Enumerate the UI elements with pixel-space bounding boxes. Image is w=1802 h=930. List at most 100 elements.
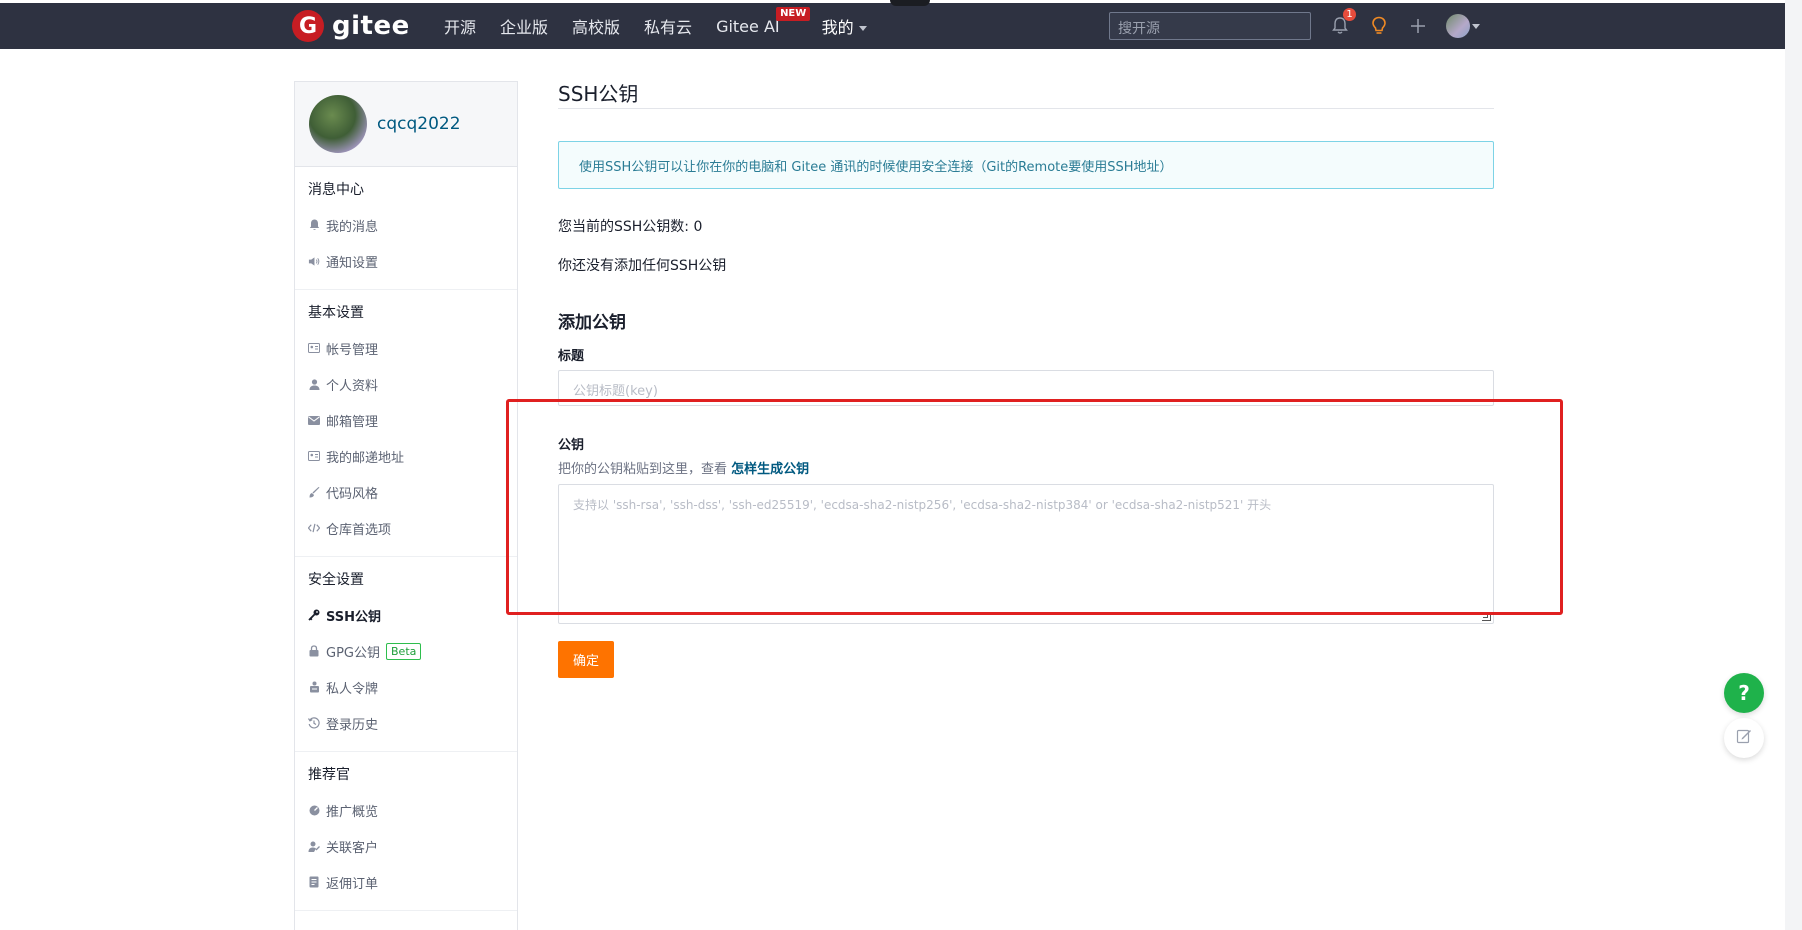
public-key-label: 公钥 — [558, 438, 585, 453]
sidebar-item-profile[interactable]: 个人资料 — [295, 366, 517, 402]
sidebar-item-label: 我的消息 — [326, 219, 379, 235]
sidebar-item-label: 登录历史 — [326, 717, 379, 733]
code-icon — [308, 522, 320, 534]
history-icon — [308, 717, 320, 729]
sidebar-group-title: 安全设置 — [308, 572, 364, 588]
sidebar-group-basic: 基本设置 帐号管理 个人资料 邮箱管理 我的邮递地址 代码风格 仓库首选项 — [295, 290, 517, 557]
sidebar-item-label: 推广概览 — [326, 804, 379, 820]
bell-icon — [308, 219, 320, 231]
nav-link-enterprise[interactable]: 企业版 — [500, 14, 548, 38]
sidebar-item-label: 邮箱管理 — [326, 414, 379, 430]
info-alert: 使用SSH公钥可以让你在你的电脑和 Gitee 通讯的时候使用安全连接（Git的… — [558, 141, 1494, 189]
sidebar-item-label: 我的邮递地址 — [326, 450, 405, 466]
user-icon — [308, 378, 320, 390]
sidebar-item-label: 通知设置 — [326, 255, 379, 271]
sidebar-group-title: 基本设置 — [308, 305, 364, 321]
public-key-hint-text: 把你的公钥粘贴到这里，查看 — [558, 462, 732, 477]
page: G gitee 开源 企业版 高校版 私有云 Gitee AI NEW 我的 搜… — [0, 0, 1785, 930]
top-navbar: G gitee 开源 企业版 高校版 私有云 Gitee AI NEW 我的 搜… — [0, 3, 1785, 49]
sidebar-item-label: 私人令牌 — [326, 681, 379, 697]
navbar-inner: G gitee 开源 企业版 高校版 私有云 Gitee AI NEW 我的 搜… — [292, 3, 1487, 49]
order-icon — [308, 876, 320, 888]
sidebar-item-label: 返佣订单 — [326, 876, 379, 892]
sidebar-group-title: 消息中心 — [308, 182, 364, 198]
gitee-logo-text: gitee — [332, 11, 410, 41]
empty-state-text: 你还没有添加任何SSH公钥 — [558, 258, 727, 274]
notification-count: 1 — [1343, 8, 1356, 21]
nav-link-private-cloud[interactable]: 私有云 — [644, 14, 692, 38]
sidebar-item-label: 仓库首选项 — [326, 522, 392, 538]
nav-link-opensource[interactable]: 开源 — [444, 14, 476, 38]
avatar — [1446, 14, 1470, 38]
dashboard-icon — [308, 804, 320, 816]
sidebar-item-commission-orders[interactable]: 返佣订单 — [295, 864, 517, 900]
lightbulb-icon[interactable] — [1367, 14, 1391, 38]
sidebar-item-label: SSH公钥 — [326, 609, 382, 625]
public-key-textarea[interactable]: 支持以 'ssh-rsa', 'ssh-dss', 'ssh-ed25519',… — [558, 484, 1494, 624]
settings-sidebar: cqcq2022 消息中心 我的消息 通知设置 基本设置 帐号管理 个人资料 邮… — [294, 81, 518, 930]
plus-icon[interactable] — [1406, 14, 1430, 38]
add-key-heading: 添加公钥 — [558, 313, 626, 333]
sidebar-item-tokens[interactable]: 私人令牌 — [295, 669, 517, 705]
nav-link-gitee-ai-label: Gitee AI — [716, 16, 780, 36]
how-to-generate-key-link[interactable]: 怎样生成公钥 — [731, 462, 809, 477]
search-input[interactable]: 搜开源 — [1109, 12, 1311, 40]
nav-link-mine-label: 我的 — [821, 18, 854, 37]
avatar — [309, 95, 367, 153]
gitee-logo[interactable]: G gitee — [292, 10, 410, 42]
nav-link-education[interactable]: 高校版 — [572, 14, 620, 38]
profile-username[interactable]: cqcq2022 — [377, 114, 461, 134]
speaker-icon — [308, 255, 320, 267]
sidebar-group-referral: 推荐官 推广概览 关联客户 返佣订单 — [295, 752, 517, 911]
key-title-input[interactable]: 公钥标题(key) — [558, 370, 1494, 406]
sidebar-item-gpg-keys[interactable]: GPG公钥 Beta — [295, 633, 517, 669]
nav-link-gitee-ai[interactable]: Gitee AI NEW — [716, 6, 811, 36]
ssh-key-count: 您当前的SSH公钥数: 0 — [558, 219, 703, 235]
sidebar-item-label: 个人资料 — [326, 378, 379, 394]
sidebar-item-label: 关联客户 — [326, 840, 379, 856]
sidebar-group-title: 推荐官 — [308, 767, 350, 783]
address-card-icon — [308, 450, 320, 462]
user-menu[interactable] — [1445, 14, 1481, 38]
public-key-hint: 把你的公钥粘贴到这里，查看 怎样生成公钥 — [558, 458, 1494, 477]
sidebar-profile[interactable]: cqcq2022 — [295, 82, 517, 167]
sidebar-item-login-history[interactable]: 登录历史 — [295, 705, 517, 741]
public-key-placeholder: 支持以 'ssh-rsa', 'ssh-dss', 'ssh-ed25519',… — [573, 498, 1272, 512]
sidebar-group-security: 安全设置 SSH公钥 GPG公钥 Beta 私人令牌 登录历史 — [295, 557, 517, 752]
nav-links: 开源 企业版 高校版 私有云 Gitee AI NEW 我的 — [444, 3, 891, 49]
submit-button[interactable]: 确定 — [558, 641, 614, 678]
sidebar-item-address[interactable]: 我的邮递地址 — [295, 438, 517, 474]
caret-down-icon — [858, 26, 867, 31]
feedback-button[interactable] — [1724, 718, 1764, 758]
caret-down-icon — [1472, 23, 1480, 29]
key-icon — [308, 609, 320, 621]
lock-icon — [308, 645, 320, 657]
nav-icons: 1 — [1328, 3, 1496, 49]
sidebar-item-label: 帐号管理 — [326, 342, 379, 358]
sidebar-item-email[interactable]: 邮箱管理 — [295, 402, 517, 438]
nav-link-mine[interactable]: 我的 — [822, 14, 867, 38]
sidebar-group-messages: 消息中心 我的消息 通知设置 — [295, 167, 517, 290]
mail-icon — [308, 414, 320, 426]
sidebar-item-label: GPG公钥 — [326, 645, 380, 661]
gitee-logo-icon: G — [292, 10, 324, 42]
main-content: SSH公钥 使用SSH公钥可以让你在你的电脑和 Gitee 通讯的时候使用安全连… — [558, 78, 1494, 678]
help-button[interactable]: ? — [1724, 673, 1764, 713]
page-title: SSH公钥 — [558, 78, 1494, 109]
sidebar-item-linked-customers[interactable]: 关联客户 — [295, 828, 517, 864]
sidebar-item-repo-preferences[interactable]: 仓库首选项 — [295, 510, 517, 546]
sidebar-item-ssh-keys[interactable]: SSH公钥 — [295, 597, 517, 633]
sidebar-item-my-messages[interactable]: 我的消息 — [295, 207, 517, 243]
beta-badge: Beta — [386, 642, 422, 660]
textarea-resize-handle[interactable] — [1482, 612, 1491, 621]
sidebar-item-code-style[interactable]: 代码风格 — [295, 474, 517, 510]
notification-bell-icon[interactable]: 1 — [1328, 8, 1356, 38]
title-label: 标题 — [558, 349, 585, 364]
brush-icon — [308, 486, 320, 498]
new-badge: NEW — [776, 6, 811, 21]
sidebar-item-label: 代码风格 — [326, 486, 379, 502]
sidebar-item-notification-settings[interactable]: 通知设置 — [295, 243, 517, 279]
sidebar-item-account[interactable]: 帐号管理 — [295, 330, 517, 366]
edit-icon — [1736, 728, 1752, 748]
sidebar-item-promotion-overview[interactable]: 推广概览 — [295, 792, 517, 828]
